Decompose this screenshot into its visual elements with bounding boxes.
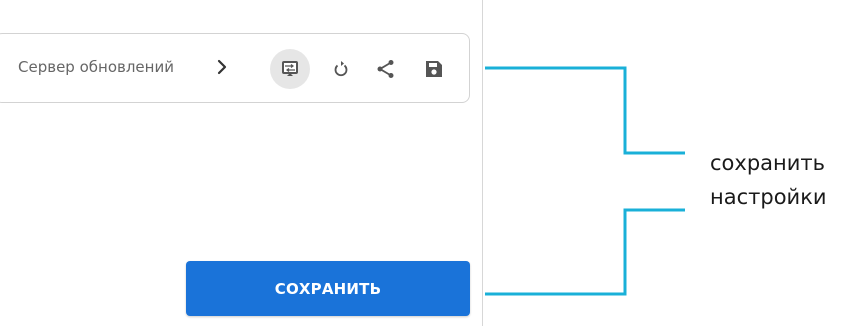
reload-icon bbox=[334, 61, 348, 77]
share-icon bbox=[377, 60, 394, 78]
save-icon-button[interactable] bbox=[414, 49, 454, 89]
callout-text: сохранить настройки bbox=[710, 146, 845, 214]
save-button[interactable]: СОХРАНИТЬ bbox=[186, 261, 470, 316]
share-button[interactable] bbox=[366, 49, 406, 89]
terminal-icon bbox=[282, 61, 298, 76]
callout-line-button bbox=[485, 208, 685, 296]
callout-line-1: сохранить bbox=[710, 151, 826, 175]
breadcrumb-label: Сервер обновлений bbox=[18, 58, 174, 76]
save-icon bbox=[426, 61, 442, 77]
callout-line-2: настройки bbox=[710, 185, 827, 209]
chevron-right-icon[interactable] bbox=[215, 58, 229, 76]
terminal-button[interactable] bbox=[270, 49, 310, 89]
reload-button[interactable] bbox=[321, 49, 361, 89]
callout-line-toolbar bbox=[485, 66, 685, 155]
settings-panel: Сервер обновлений СОХРАНИТЬ bbox=[0, 0, 483, 326]
toolbar: Сервер обновлений bbox=[0, 33, 470, 103]
